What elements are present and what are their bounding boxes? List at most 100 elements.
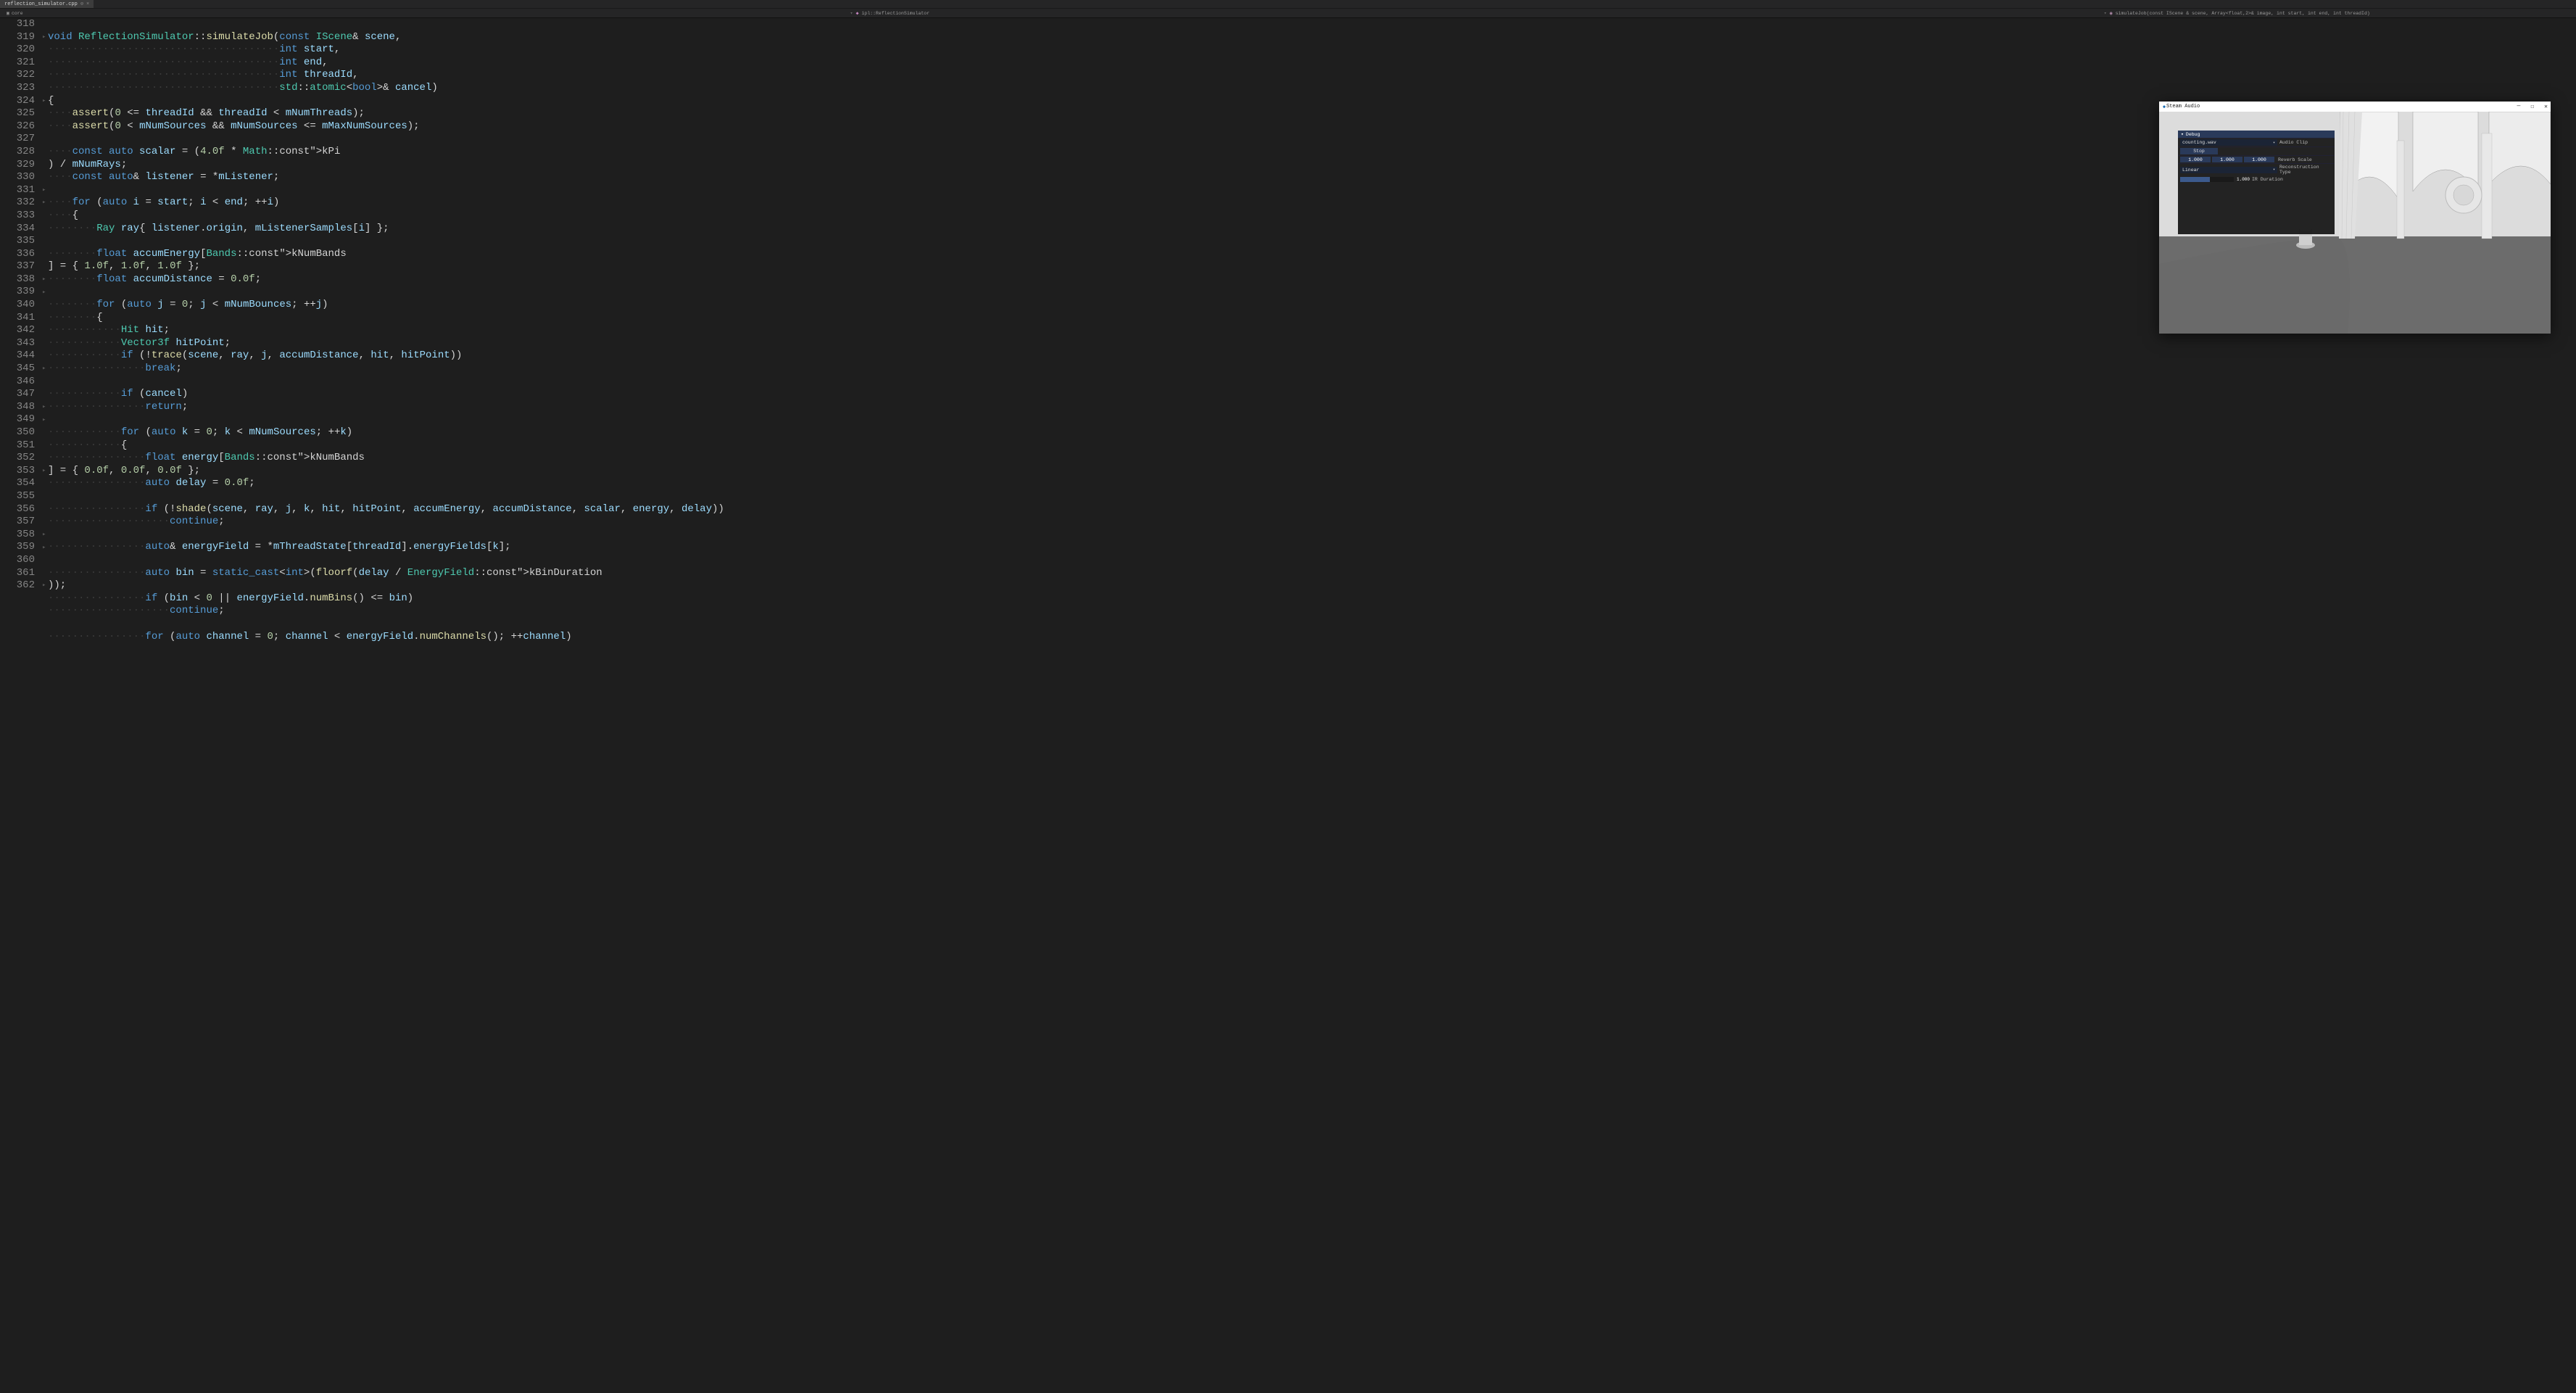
window-title: Steam Audio xyxy=(2166,104,2517,109)
line-number: 344 xyxy=(0,350,35,363)
chevron-down-icon: ▾ xyxy=(2273,168,2275,172)
fold-icon[interactable]: ▸ xyxy=(42,467,46,474)
code-line[interactable]: ····················continue; xyxy=(48,605,2576,618)
code-line[interactable]: ················if (!shade(scene, ray, j… xyxy=(48,503,2576,516)
fold-icon[interactable]: ▸ xyxy=(42,416,46,423)
code-line[interactable]: ············if (!trace(scene, ray, j, ac… xyxy=(48,350,2576,363)
reverb-scale-z[interactable]: 1.000 xyxy=(2244,157,2274,162)
window-titlebar[interactable]: ◆ Steam Audio — ☐ ✕ xyxy=(2159,102,2551,112)
fold-icon[interactable]: ▸ xyxy=(42,199,46,206)
breadcrumb-function[interactable]: ▾ ◉ simulateJob(const IScene & scene, Ar… xyxy=(2104,10,2370,16)
ir-duration-label: IR Duration xyxy=(2250,177,2305,182)
line-number: 319 xyxy=(0,31,35,44)
fold-icon[interactable]: ▸ xyxy=(42,289,46,296)
ir-duration-slider[interactable] xyxy=(2180,177,2234,182)
reconstruction-type-dropdown[interactable]: Linear ▾ xyxy=(2180,167,2277,173)
code-line[interactable] xyxy=(48,413,2576,426)
fold-icon[interactable]: ▸ xyxy=(42,365,46,372)
code-line[interactable]: void ReflectionSimulator::simulateJob(co… xyxy=(48,31,2576,44)
fold-icon[interactable]: ▸ xyxy=(42,33,46,41)
line-number: 360 xyxy=(0,554,35,567)
code-line[interactable] xyxy=(48,18,2576,31)
reconstruction-type-row: Linear ▾ Reconstruction Type xyxy=(2178,163,2335,175)
minimize-icon[interactable]: — xyxy=(2517,103,2521,110)
line-number: 326 xyxy=(0,120,35,133)
close-icon[interactable]: ✕ xyxy=(2544,103,2548,110)
tab-pin-icon[interactable]: ⊙ xyxy=(80,1,83,7)
line-number: 320 xyxy=(0,44,35,57)
code-line[interactable]: ················auto& energyField = *mTh… xyxy=(48,541,2576,554)
line-number: 353 xyxy=(0,465,35,478)
line-number: 351 xyxy=(0,439,35,452)
line-number: 336 xyxy=(0,248,35,261)
line-number: 362 xyxy=(0,579,35,592)
line-number: 321 xyxy=(0,57,35,70)
code-line[interactable]: ················auto delay = 0.0f; xyxy=(48,477,2576,490)
file-tab[interactable]: reflection_simulator.cpp ⊙ × xyxy=(0,0,94,8)
fold-icon[interactable]: ▸ xyxy=(42,403,46,410)
line-number: 325 xyxy=(0,107,35,120)
ir-duration-value: 1.000 xyxy=(2237,177,2250,182)
code-line[interactable]: ················return; xyxy=(48,401,2576,414)
fold-icon[interactable]: ▸ xyxy=(42,531,46,538)
code-line[interactable]: ······································st… xyxy=(48,82,2576,95)
line-number: 352 xyxy=(0,452,35,465)
code-line[interactable]: ············{ xyxy=(48,439,2576,452)
code-line[interactable]: ············for (auto k = 0; k < mNumSou… xyxy=(48,426,2576,439)
code-line[interactable] xyxy=(48,618,2576,631)
line-number: 347 xyxy=(0,388,35,401)
line-number: 340 xyxy=(0,299,35,312)
breadcrumb-bar: ▣ core ▾ ◆ ipl::ReflectionSimulator ▾ ◉ … xyxy=(0,9,2576,18)
code-line[interactable]: ······································in… xyxy=(48,57,2576,70)
code-line[interactable]: ················if (bin < 0 || energyFie… xyxy=(48,592,2576,605)
line-number: 328 xyxy=(0,146,35,159)
maximize-icon[interactable]: ☐ xyxy=(2530,103,2534,110)
breadcrumb-class[interactable]: ▾ ◆ ipl::ReflectionSimulator xyxy=(850,10,929,16)
close-icon[interactable]: × xyxy=(86,1,89,7)
code-line[interactable] xyxy=(48,376,2576,389)
line-number: 341 xyxy=(0,312,35,325)
code-line[interactable]: ················float energy[Bands::cons… xyxy=(48,452,2576,465)
chevron-down-icon: ▾ xyxy=(2104,10,2107,16)
code-line[interactable] xyxy=(48,529,2576,542)
chevron-down-icon: ▾ xyxy=(850,10,853,16)
code-line[interactable] xyxy=(48,490,2576,503)
code-line[interactable]: ······································in… xyxy=(48,69,2576,82)
audio-clip-dropdown[interactable]: counting.wav ▾ xyxy=(2180,139,2277,146)
fold-icon[interactable]: ▸ xyxy=(42,276,46,283)
code-line[interactable]: ············Vector3f hitPoint; xyxy=(48,337,2576,350)
line-number: 337 xyxy=(0,260,35,273)
chevron-down-icon: ▾ xyxy=(2181,131,2184,137)
debug-panel-header[interactable]: ▾ Debug xyxy=(2178,131,2335,138)
viewport-3d[interactable]: ▾ Debug counting.wav ▾ Audio Clip Stop 1… xyxy=(2159,112,2551,334)
code-line[interactable]: ······································in… xyxy=(48,44,2576,57)
fold-icon[interactable]: ▸ xyxy=(42,186,46,194)
code-line[interactable] xyxy=(48,554,2576,567)
line-number: 322 xyxy=(0,69,35,82)
code-line[interactable]: ············if (cancel) xyxy=(48,388,2576,401)
audio-clip-row: counting.wav ▾ Audio Clip xyxy=(2178,138,2335,146)
stop-button[interactable]: Stop xyxy=(2180,148,2218,154)
line-number: 329 xyxy=(0,159,35,172)
reconstruction-type-label: Reconstruction Type xyxy=(2277,165,2332,175)
code-line[interactable]: ················for (auto channel = 0; c… xyxy=(48,631,2576,644)
reverb-scale-x[interactable]: 1.000 xyxy=(2180,157,2211,162)
fold-icon[interactable]: ▸ xyxy=(42,582,46,589)
code-editor[interactable]: 3183193203213223233243253263273283293303… xyxy=(0,18,2576,1393)
line-number: 327 xyxy=(0,133,35,146)
steam-audio-window[interactable]: ◆ Steam Audio — ☐ ✕ xyxy=(2159,102,2551,334)
fold-icon[interactable]: ▸ xyxy=(42,97,46,104)
reverb-scale-y[interactable]: 1.000 xyxy=(2212,157,2242,162)
code-line[interactable]: ················break; xyxy=(48,363,2576,376)
line-number-gutter: 3183193203213223233243253263273283293303… xyxy=(0,18,42,1393)
line-number: 324 xyxy=(0,95,35,108)
line-number: 356 xyxy=(0,503,35,516)
debug-panel[interactable]: ▾ Debug counting.wav ▾ Audio Clip Stop 1… xyxy=(2178,131,2335,234)
line-number: 345 xyxy=(0,363,35,376)
breadcrumb-project[interactable]: ▣ core xyxy=(0,11,23,16)
fold-icon[interactable]: ▸ xyxy=(42,544,46,551)
code-line[interactable]: ················auto bin = static_cast<i… xyxy=(48,567,2576,580)
function-icon: ◉ xyxy=(2109,11,2113,15)
line-number: 332 xyxy=(0,197,35,210)
code-line[interactable]: ····················continue; xyxy=(48,516,2576,529)
